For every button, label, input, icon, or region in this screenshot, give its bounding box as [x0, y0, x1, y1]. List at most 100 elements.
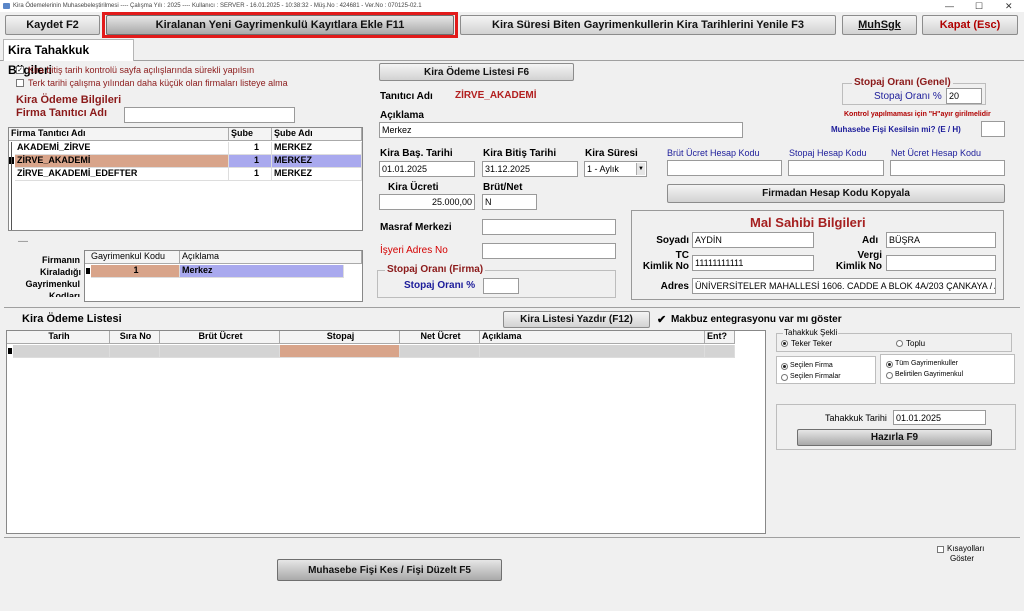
muhasebe-fis-label: Muhasebe Fişi Kesilsin mi? (E / H) [831, 125, 961, 134]
teker-teker-label: Teker Teker [791, 339, 833, 348]
aciklama-label: Açıklama [380, 110, 424, 121]
col-header-aciklama: Açıklama [180, 251, 362, 264]
window-title: Kira Ödemelerinin Muhasebeleştirilmesi -… [13, 3, 422, 9]
col-header-sira-no: Sıra No [110, 331, 160, 344]
belirtilen-gayrimenkul-label: Belirtilen Gayrimenkul [895, 371, 964, 378]
gayrimenkul-label-3: Gayrimenkul [25, 279, 80, 289]
col-header-kod: Gayrimenkul Kodu [85, 251, 180, 264]
adi-input[interactable]: BÜŞRA [886, 232, 996, 248]
toplu-radio[interactable] [896, 340, 903, 347]
table-cell: 1 [229, 155, 272, 168]
table-row[interactable]: AKADEMİ_ZİRVE [15, 142, 229, 155]
muhasebe-fis-input[interactable] [981, 121, 1005, 137]
close-button[interactable]: Kapat (Esc) [922, 15, 1018, 35]
kira-ucreti-input[interactable]: 25.000,00 [379, 194, 475, 210]
gayrimenkul-label-2: Kiraladığı [40, 267, 82, 277]
kira-bitis-input[interactable]: 31.12.2025 [482, 161, 578, 177]
col-header-tarih: Tarih [7, 331, 110, 344]
tahakkuk-tarihi-input[interactable]: 01.01.2025 [893, 410, 986, 425]
adres-label: Adres [660, 281, 689, 292]
tc-kimlik-input[interactable]: 11111111111 [692, 255, 814, 271]
belirtilen-gayrimenkul-radio[interactable] [886, 372, 893, 379]
brut-hesap-label: Brüt Ücret Hesap Kodu [667, 148, 760, 158]
isyeri-adres-input[interactable] [482, 243, 616, 259]
kira-bitis-label: Kira Bitiş Tarihi [483, 148, 557, 159]
aciklama-input[interactable]: Merkez [379, 122, 743, 138]
exclude-firms-checkbox[interactable] [16, 79, 24, 87]
shortcuts-checkbox[interactable] [937, 546, 944, 553]
rent-end-check-checkbox[interactable]: ✓ [16, 66, 24, 74]
stopaj-hesap-label: Stopaj Hesap Kodu [789, 148, 867, 158]
rent-payments-table[interactable]: Tarih Sıra No Brüt Ücret Stopaj Net Ücre… [6, 330, 766, 534]
kira-odeme-listesi-button[interactable]: Kira Ödeme Listesi F6 [379, 63, 574, 81]
gayrimenkul-label-1: Firmanın [41, 255, 80, 265]
stopaj-genel-label: Stopaj Oranı % [874, 91, 942, 102]
stopaj-genel-title: Stopaj Oranı (Genel) [852, 77, 953, 88]
table-row-selected[interactable]: 1 [91, 265, 180, 278]
kira-suresi-label: Kira Süresi [585, 148, 638, 159]
gayrimenkul-scope-group [880, 354, 1015, 384]
tahakkuk-sekli-title: Tahakkuk Şekli [783, 328, 839, 337]
vergi-kimlik-input[interactable] [886, 255, 996, 271]
secilen-firma-radio[interactable] [781, 363, 788, 370]
vergi-label-2: Kimlik No [835, 261, 882, 272]
hazirla-button[interactable]: Hazırla F9 [797, 429, 992, 446]
secilen-firmalar-radio[interactable] [781, 374, 788, 381]
minimize-icon[interactable]: — [945, 0, 954, 12]
kira-bas-label: Kira Baş. Tarihi [380, 148, 453, 159]
kira-suresi-select[interactable]: 1 - Aylık ▼ [584, 161, 647, 177]
stopaj-genel-input[interactable]: 20 [946, 88, 982, 104]
kira-ucreti-label: Kira Ücreti [388, 182, 439, 193]
tanitici-adi-value: ZİRVE_AKADEMİ [455, 90, 537, 101]
maximize-icon[interactable]: ☐ [975, 0, 983, 12]
brut-net-label: Brüt/Net [483, 182, 523, 193]
masraf-merkezi-input[interactable] [482, 219, 616, 235]
brut-hesap-input[interactable] [667, 160, 782, 176]
makbuz-checkbox[interactable]: ✔ [657, 313, 666, 326]
firma-tanitici-input[interactable] [124, 107, 295, 123]
net-hesap-input[interactable] [890, 160, 1005, 176]
print-rent-list-button[interactable]: Kira Listesi Yazdır (F12) [503, 311, 650, 328]
col-header-sube-adi: Şube Adı [272, 128, 362, 141]
soyadi-label: Soyadı [656, 235, 689, 246]
makbuz-label: Makbuz entegrasyonu var mı göster [671, 314, 842, 325]
stopaj-firma-title: Stopaj Oranı (Firma) [385, 264, 486, 275]
teker-teker-radio[interactable] [781, 340, 788, 347]
table-cell: MERKEZ [272, 155, 362, 168]
gayrimenkul-label-4: Kodları [48, 291, 80, 297]
col-header-net-ucret: Net Ücret [400, 331, 480, 344]
tum-gayrimenkuller-radio[interactable] [886, 361, 893, 368]
kira-odeme-heading: Kira Ödeme Bilgileri [16, 94, 122, 106]
save-button[interactable]: Kaydet F2 [5, 15, 100, 35]
table-cell: 1 [229, 168, 272, 181]
col-header-sube: Şube [229, 128, 272, 141]
shortcuts-label-1: Kısayolları [947, 544, 985, 553]
kira-bas-input[interactable]: 01.01.2025 [379, 161, 475, 177]
soyadi-input[interactable]: AYDİN [692, 232, 814, 248]
renew-rent-dates-button[interactable]: Kira Süresi Biten Gayrimenkullerin Kira … [460, 15, 836, 35]
close-icon[interactable]: ✕ [1005, 0, 1013, 12]
muhasebe-fisi-button[interactable]: Muhasebe Fişi Kes / Fişi Düzelt F5 [277, 559, 502, 581]
property-codes-table[interactable]: Gayrimenkul Kodu Açıklama 1 Merkez [84, 250, 363, 302]
table-row[interactable]: ZİRVE_AKADEMİ_EDEFTER [15, 168, 229, 181]
col-header-stopaj: Stopaj [280, 331, 400, 344]
stopaj-firma-label: Stopaj Oranı % [404, 280, 476, 291]
stopaj-hesap-input[interactable] [788, 160, 884, 176]
tab-kira-tahakkuk[interactable]: Kira Tahakkuk Bilgileri [3, 39, 134, 77]
firm-list-table[interactable]: Firma Tanıtıcı Adı Şube Şube Adı AKADEMİ… [8, 127, 363, 231]
table-row-selected[interactable]: ZİRVE_AKADEMİ [15, 155, 229, 168]
window-titlebar: Kira Ödemelerinin Muhasebeleştirilmesi -… [0, 0, 1024, 12]
adi-label: Adı [862, 235, 879, 246]
tahakkuk-tarihi-label: Tahakkuk Tarihi [825, 413, 887, 423]
app-icon [3, 3, 10, 9]
table-cell: MERKEZ [272, 142, 362, 155]
brut-net-input[interactable]: N [482, 194, 537, 210]
stopaj-firma-input[interactable] [483, 278, 519, 294]
muhsgk-button[interactable]: MuhSgk [842, 15, 917, 35]
mal-sahibi-title: Mal Sahibi Bilgileri [750, 215, 866, 230]
copy-account-codes-button[interactable]: Firmadan Hesap Kodu Kopyala [667, 184, 1005, 203]
add-new-property-button[interactable]: Kiralanan Yeni Gayrimenkulü Kayıtlara Ek… [106, 15, 454, 35]
adres-input[interactable]: ÜNİVERSİTELER MAHALLESİ 1606. CADDE A BL… [692, 278, 996, 294]
chevron-down-icon[interactable]: ▼ [636, 163, 645, 175]
col-header-firma: Firma Tanıtıcı Adı [9, 128, 229, 141]
